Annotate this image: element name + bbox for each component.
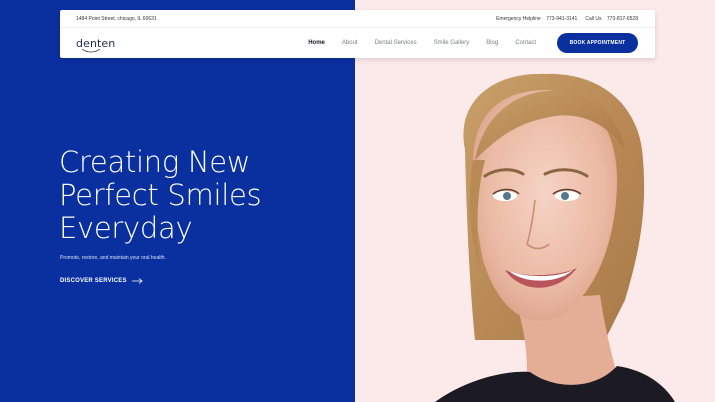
nav-item-blog[interactable]: Blog: [486, 40, 498, 46]
address-text: 1484 Point Street, chicago, IL 60631: [76, 15, 157, 22]
discover-services-link[interactable]: DISCOVER SERVICES: [60, 278, 143, 284]
topbar: 1484 Point Street, chicago, IL 60631 Eme…: [60, 10, 655, 28]
discover-services-label: DISCOVER SERVICES: [60, 278, 127, 284]
hero-title-line: Creating New: [59, 145, 251, 179]
navbar: denten Home About Dental Services Smile …: [60, 28, 655, 58]
contact-info: Emergency Helpline 773-941-3141 Call Us …: [496, 16, 638, 22]
hero-title-line: Perfect Smiles: [59, 178, 262, 212]
hero-title: Creating New Perfect Smiles Everyday: [59, 146, 339, 245]
book-appointment-button[interactable]: BOOK APPOINTMENT: [557, 33, 638, 53]
nav-item-smile-gallery[interactable]: Smile Gallery: [434, 40, 470, 46]
site-header: 1484 Point Street, chicago, IL 60631 Eme…: [60, 10, 655, 58]
main-menu: Home About Dental Services Smile Gallery…: [291, 40, 536, 46]
nav-item-dental-services[interactable]: Dental Services: [375, 40, 417, 46]
nav-item-about[interactable]: About: [342, 40, 358, 46]
nav-item-contact[interactable]: Contact: [515, 40, 536, 46]
call-number[interactable]: 773-817-6528: [607, 16, 638, 22]
helpline-number[interactable]: 773-941-3141: [546, 16, 577, 22]
logo[interactable]: denten: [76, 37, 115, 52]
call-info: Call Us 773-817-6528: [585, 16, 638, 22]
hero-right-panel: [355, 0, 715, 402]
nav-item-home[interactable]: Home: [308, 40, 325, 46]
helpline-info: Emergency Helpline 773-941-3141: [496, 16, 577, 22]
portrait-image: [435, 73, 675, 402]
helpline-label: Emergency Helpline: [496, 15, 541, 22]
arrow-right-icon: [131, 278, 143, 284]
smile-logo-icon: [81, 48, 101, 52]
hero-subtitle: Promote, restore, and maintain your oral…: [60, 255, 166, 261]
hero-title-line: Everyday: [59, 211, 193, 245]
call-label: Call Us: [585, 15, 602, 22]
